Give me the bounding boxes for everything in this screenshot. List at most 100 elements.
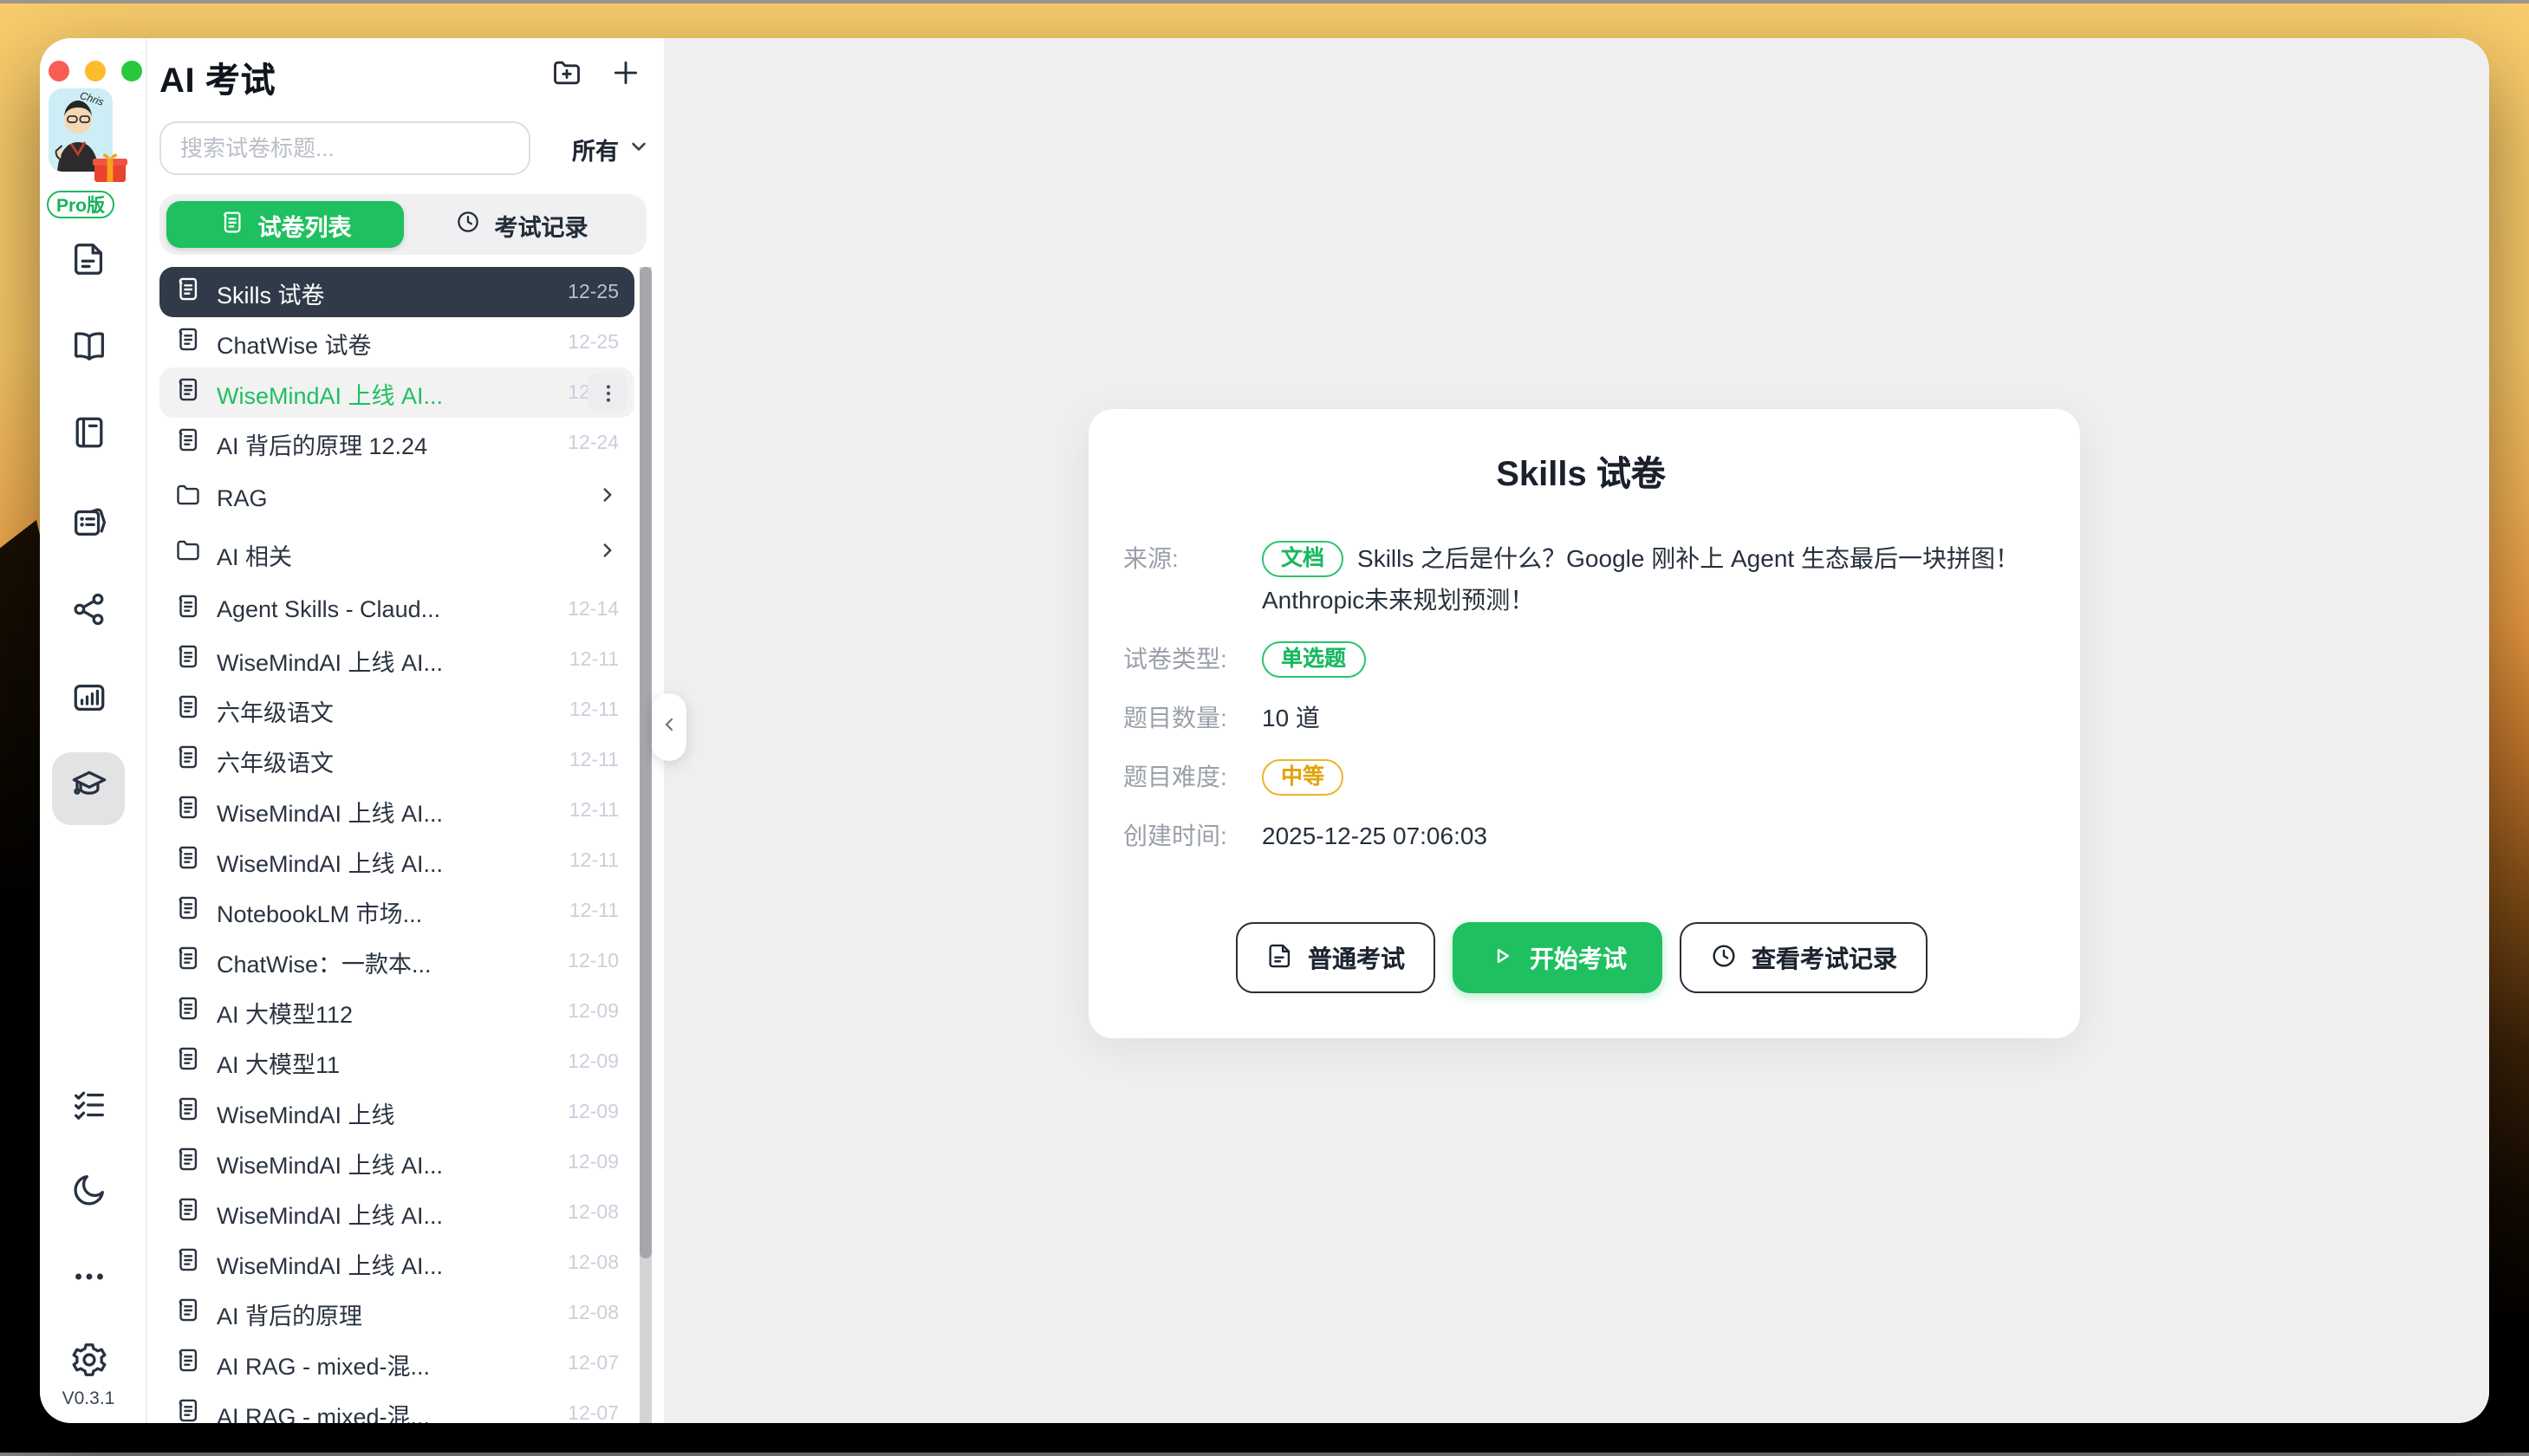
dark-mode-toggle[interactable] [52,1158,125,1231]
document-icon [68,239,108,288]
normal-exam-button[interactable]: 普通考试 [1235,922,1434,993]
sidebar-item-library[interactable] [52,314,125,387]
list-item-title: WiseMindAI 上线 AI... [217,375,554,410]
chevron-left-icon [659,712,679,743]
list-item-title: WiseMindAI 上线 AI... [217,642,556,677]
gift-icon[interactable] [92,153,128,182]
start-exam-button-label: 开始考试 [1530,940,1627,975]
list-item[interactable]: WiseMindAI 上线 AI...12-11 [159,835,634,886]
zoom-button[interactable] [121,61,142,81]
list-item[interactable]: 六年级语文12-11 [159,685,634,735]
exam-list: Skills 试卷12-25ChatWise 试卷12-25WiseMindAI… [149,267,664,1423]
tab-exam-list[interactable]: 试卷列表 [166,201,403,248]
sidebar-item-exam[interactable] [52,752,125,825]
sidebar-item-documents[interactable] [52,227,125,300]
collapse-panel-button[interactable] [652,693,686,761]
row-menu-button[interactable] [588,373,627,413]
start-exam-button[interactable]: 开始考试 [1452,922,1661,993]
list-item-date: 12-09 [568,1051,619,1072]
sidebar-item-share[interactable] [52,577,125,650]
view-records-button[interactable]: 查看考试记录 [1679,922,1927,993]
list-item-date: 12-25 [568,282,619,302]
list-item-date: 12-11 [569,699,619,720]
source-text: Skills 之后是什么？Google 刚补上 Agent 生态最后一块拼图！A… [1262,544,2019,614]
screen-bottom-edge [0,1453,2529,1456]
field-question-count: 题目数量: 10 道 [1123,697,2038,738]
close-button[interactable] [49,61,69,81]
filter-label: 所有 [572,131,619,166]
scroll-icon [173,892,203,930]
scroll-icon [173,424,203,462]
more-menu-button[interactable] [52,1245,125,1317]
open-book-icon [68,326,108,374]
filter-dropdown[interactable]: 所有 [572,131,650,166]
play-icon [1486,940,1516,975]
folder-item[interactable]: RAG [159,473,634,523]
list-item-date: 12-07 [568,1403,619,1423]
search-input[interactable] [159,121,530,175]
chevron-down-icon [627,134,650,162]
difficulty-badge: 中等 [1262,759,1343,796]
tab-exam-records[interactable]: 考试记录 [403,201,640,248]
scroll-icon [173,1043,203,1081]
list-item-title: RAG [217,485,582,511]
scroll-icon [173,590,203,628]
list-item[interactable]: WiseMindAI 上线 AI...12-11 [159,785,634,835]
sidebar-item-tasks[interactable] [52,1073,125,1146]
new-folder-button[interactable] [549,55,584,98]
list-item[interactable]: AI 背后的原理 12.2412-24 [159,418,634,468]
list-item[interactable]: AI 背后的原理12-08 [159,1288,634,1338]
list-item-title: WiseMindAI 上线 AI... [217,1145,554,1180]
list-item[interactable]: WiseMindAI 上线 AI...12-24 [159,367,634,418]
scroll-icon [173,323,203,361]
list-item[interactable]: NotebookLM 市场...12-11 [159,886,634,936]
list-item-title: WiseMindAI 上线 AI... [217,1195,554,1230]
pro-badge: Pro版 [47,191,114,218]
list-item[interactable]: Skills 试卷12-25 [159,267,634,317]
folder-icon [173,479,203,517]
list-scrollbar-thumb[interactable] [640,267,652,1258]
sidebar-item-notebook[interactable] [52,400,125,473]
screen-top-edge [0,0,2529,3]
normal-exam-button-label: 普通考试 [1308,940,1405,975]
list-item-title: 六年级语文 [217,743,556,777]
chevron-right-icon [596,483,619,514]
minimize-button[interactable] [85,61,106,81]
sidebar-item-stats[interactable] [52,666,125,738]
exam-list-panel: AI 考试 所有 试卷列表 考 [149,38,664,1423]
exam-card-title: Skills 试卷 [1123,454,2038,496]
list-scrollbar[interactable] [640,267,652,1423]
list-item[interactable]: AI 大模型1112-09 [159,1037,634,1087]
list-item[interactable]: WiseMindAI 上线 AI...12-08 [159,1238,634,1288]
list-item[interactable]: AI RAG - mixed-混...12-07 [159,1338,634,1388]
list-item-title: Agent Skills - Claud... [217,596,554,622]
list-item[interactable]: 六年级语文12-11 [159,735,634,785]
list-item[interactable]: AI RAG - mixed-混...12-07 [159,1388,634,1423]
list-item-date: 12-11 [569,649,619,670]
list-item-date: 12-11 [569,800,619,821]
list-item[interactable]: ChatWise 试卷12-25 [159,317,634,367]
list-item-date: 12-11 [569,850,619,871]
scroll-icon [173,791,203,829]
field-difficulty-label: 题目难度: [1123,756,1262,797]
list-item-date: 12-07 [568,1353,619,1374]
list-item-title: ChatWise 试卷 [217,325,554,360]
list-item[interactable]: WiseMindAI 上线12-09 [159,1087,634,1137]
list-item[interactable]: ChatWise：一款本...12-10 [159,936,634,986]
list-item-title: ChatWise：一款本... [217,944,554,978]
list-item-date: 12-14 [568,599,619,620]
list-item[interactable]: WiseMindAI 上线 AI... 12-11 [159,634,634,685]
list-item-title: AI 背后的原理 12.24 [217,426,554,460]
notebook-icon [68,413,108,461]
moon-icon [68,1170,108,1219]
list-item[interactable]: Agent Skills - Claud... 12-14 [159,584,634,634]
folder-item[interactable]: AI 相关 [159,529,634,579]
question-count-value: 10 道 [1262,697,2038,738]
list-item[interactable]: AI 大模型11212-09 [159,986,634,1037]
add-exam-button[interactable] [608,55,643,98]
list-item[interactable]: WiseMindAI 上线 AI...12-08 [159,1187,634,1238]
list-item[interactable]: WiseMindAI 上线 AI...12-09 [159,1137,634,1187]
scroll-icon [173,992,203,1030]
sidebar-item-flashcards[interactable] [52,489,125,562]
field-exam-type-label: 试卷类型: [1123,638,1262,679]
